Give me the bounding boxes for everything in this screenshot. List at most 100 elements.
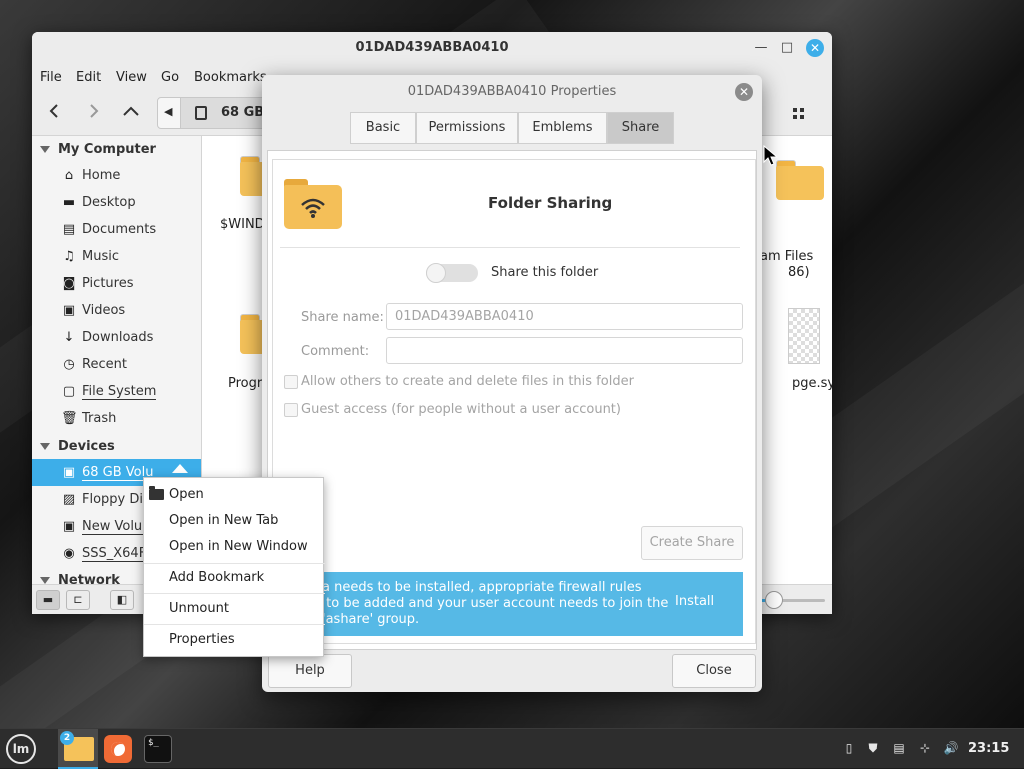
menu-go[interactable]: Go [161, 70, 179, 85]
sidebar-item-trash[interactable]: 🗑 Trash [32, 405, 201, 432]
menu-item-label: Open [169, 487, 204, 502]
wifi-icon [301, 198, 325, 218]
tab-share[interactable]: Share [607, 112, 674, 144]
create-share-button[interactable]: Create Share [641, 526, 743, 560]
mint-menu-icon[interactable]: lm [6, 734, 36, 764]
network-icon[interactable]: ⊹ [916, 739, 934, 757]
taskbar-firefox[interactable] [98, 729, 138, 769]
downloads-icon: ↓ [63, 330, 75, 345]
share-name-label: Share name: [301, 310, 384, 325]
sidebar-section-my-computer[interactable]: My Computer [40, 142, 156, 157]
allow-others-checkbox[interactable] [284, 375, 298, 389]
share-folder-label: Share this folder [491, 265, 599, 280]
zoom-slider-handle[interactable] [765, 591, 783, 609]
dialog-close-action-button[interactable]: Close [672, 654, 756, 688]
tab-basic[interactable]: Basic [350, 112, 416, 144]
recent-icon: ◷ [63, 357, 75, 372]
menu-separator [144, 624, 325, 625]
properties-dialog: 01DAD439ABBA0410 Properties ✕ Basic Perm… [262, 75, 762, 692]
notes-icon[interactable]: ▤ [890, 739, 908, 757]
sidebar-item-home[interactable]: ⌂ Home [32, 162, 201, 189]
menu-item-unmount[interactable]: Unmount [144, 597, 325, 621]
mouse-cursor-icon [763, 144, 779, 171]
menu-item-open-new-window[interactable]: Open in New Window [144, 535, 325, 559]
volume-icon[interactable]: 🔊 [942, 739, 960, 757]
shield-icon[interactable]: ⛊ [864, 739, 882, 757]
forward-button[interactable] [80, 100, 106, 126]
path-scroll-left-icon[interactable]: ◀ [164, 105, 172, 118]
share-name-field[interactable] [386, 303, 743, 330]
sidebar-item-documents[interactable]: ▤ Documents [32, 216, 201, 243]
chevron-up-icon [123, 106, 139, 116]
install-button[interactable]: Install [675, 594, 714, 609]
share-heading: Folder Sharing [488, 194, 613, 212]
firefox-icon [104, 735, 132, 763]
context-menu: Open Open in New Tab Open in New Window … [143, 477, 325, 657]
section-label: My Computer [58, 142, 156, 157]
minimize-button[interactable]: — [752, 39, 770, 57]
sidebar-item-pictures[interactable]: ◙ Pictures [32, 270, 201, 297]
menu-item-open[interactable]: Open [144, 483, 325, 507]
back-button[interactable] [42, 100, 68, 126]
sidebar-item-recent[interactable]: ◷ Recent [32, 351, 201, 378]
desktop-icon: ▬ [62, 195, 76, 210]
update-manager-icon[interactable]: ▯ [840, 739, 858, 757]
compact-view-icon[interactable] [793, 108, 809, 124]
share-folder-toggle[interactable] [426, 263, 478, 283]
sidebar-item-label: Desktop [82, 195, 136, 210]
trash-icon: 🗑 [61, 411, 78, 426]
window-title: 01DAD439ABBA0410 [355, 40, 509, 55]
maximize-button[interactable]: □ [778, 39, 796, 57]
system-file-icon[interactable] [788, 308, 820, 364]
eject-icon[interactable] [172, 464, 188, 473]
guest-access-checkbox[interactable] [284, 403, 298, 417]
window-titlebar[interactable]: 01DAD439ABBA0410 — □ ✕ [32, 32, 832, 64]
music-icon: ♫ [63, 249, 75, 264]
clock[interactable]: 23:15 [968, 741, 1009, 756]
sidebar-item-file-system[interactable]: ▢ File System [32, 378, 201, 405]
menu-item-properties[interactable]: Properties [144, 628, 325, 652]
taskbar-terminal[interactable]: $_ [138, 729, 178, 769]
sidebar-item-label: SSS_X64FI [82, 546, 151, 562]
folder-icon[interactable] [776, 160, 824, 200]
sidebar-item-downloads[interactable]: ↓ Downloads [32, 324, 201, 351]
comment-field[interactable] [386, 337, 743, 364]
terminal-icon: $_ [144, 735, 172, 763]
videos-icon: ▣ [62, 303, 76, 318]
collapse-icon [40, 443, 50, 450]
menu-view[interactable]: View [116, 70, 147, 85]
menu-item-open-new-tab[interactable]: Open in New Tab [144, 509, 325, 533]
sidebar-item-music[interactable]: ♫ Music [32, 243, 201, 270]
up-button[interactable] [118, 100, 144, 126]
tab-permissions[interactable]: Permissions [416, 112, 518, 144]
sidebar-item-label: Recent [82, 357, 127, 372]
pictures-icon: ◙ [62, 276, 76, 291]
menu-bookmarks[interactable]: Bookmarks [194, 70, 267, 85]
show-tree-button[interactable]: ⊏ [66, 590, 90, 610]
menu-item-add-bookmark[interactable]: Add Bookmark [144, 566, 325, 590]
sidebar-section-network[interactable]: Network [40, 573, 120, 584]
dialog-title: 01DAD439ABBA0410 Properties [407, 84, 617, 99]
sidebar-item-label: Documents [82, 222, 157, 237]
home-icon: ⌂ [64, 168, 74, 183]
sidebar-item-videos[interactable]: ▣ Videos [32, 297, 201, 324]
sidebar-item-desktop[interactable]: ▬ Desktop [32, 189, 201, 216]
sidebar-section-devices[interactable]: Devices [40, 439, 115, 454]
menu-file[interactable]: File [40, 70, 62, 85]
section-label: Devices [58, 439, 115, 454]
show-places-button[interactable]: ▬ [36, 590, 60, 610]
close-button[interactable]: ✕ [806, 39, 824, 57]
file-label: Progr [228, 376, 263, 391]
help-button[interactable]: Help [268, 654, 352, 688]
menu-separator [144, 593, 325, 594]
dialog-close-button[interactable]: ✕ [735, 83, 753, 101]
chevron-left-icon [49, 104, 58, 118]
taskbar-file-manager[interactable]: 2 [58, 729, 98, 769]
toggle-sidebar-button[interactable]: ◧ [110, 590, 134, 610]
file-label: am Files [760, 249, 814, 264]
tab-emblems[interactable]: Emblems [518, 112, 607, 144]
shared-folder-icon [284, 179, 342, 229]
menu-edit[interactable]: Edit [76, 70, 101, 85]
drive-icon: ▣ [62, 465, 76, 480]
file-label: pge.sys [792, 376, 832, 391]
